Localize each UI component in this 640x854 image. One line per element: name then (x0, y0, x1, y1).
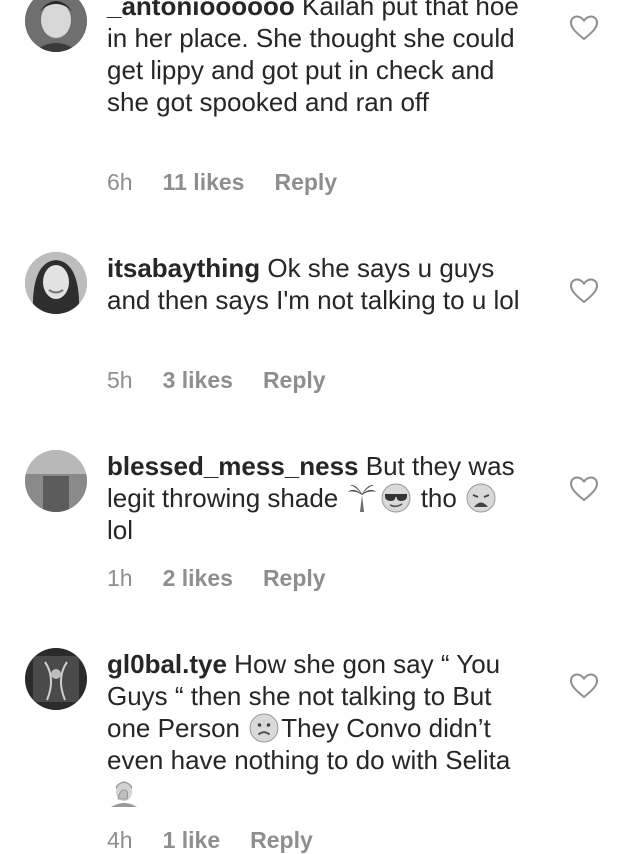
avatar[interactable] (25, 450, 87, 512)
heart-outline-icon[interactable] (570, 278, 598, 304)
comment-meta: 4h 1 like Reply (107, 826, 343, 854)
reply-button[interactable]: Reply (250, 826, 313, 854)
reply-button[interactable]: Reply (274, 168, 337, 196)
weary-face-emoji (466, 483, 496, 513)
comment-username[interactable]: itsabaything (107, 253, 260, 283)
comment-text: itsabaything Ok she says u guys and then… (107, 252, 527, 316)
slightly-frowning-face-emoji (249, 713, 279, 743)
comment-meta: 5h 3 likes Reply (107, 366, 356, 394)
comment-username[interactable]: blessed_mess_ness (107, 451, 359, 481)
heart-outline-icon[interactable] (570, 15, 598, 41)
comment-body-end: lol (107, 515, 134, 545)
reply-button[interactable]: Reply (263, 366, 326, 394)
reply-button[interactable]: Reply (263, 564, 326, 592)
comment-timestamp: 1h (107, 565, 133, 591)
comment-text: gl0bal.tye How she gon say “ You Guys “ … (107, 648, 527, 808)
comment-likes-count[interactable]: 1 like (163, 826, 221, 854)
avatar[interactable] (25, 648, 87, 710)
comment-timestamp: 4h (107, 827, 133, 853)
comment-meta: 1h 2 likes Reply (107, 564, 356, 592)
comment-username[interactable]: _antonioooooo (107, 0, 295, 21)
heart-outline-icon[interactable] (570, 673, 598, 699)
heart-outline-icon[interactable] (570, 476, 598, 502)
comment-likes-count[interactable]: 11 likes (163, 168, 245, 196)
comment-text: blessed_mess_ness But they was legit thr… (107, 450, 527, 546)
avatar[interactable] (25, 0, 87, 52)
comment-text: _antonioooooo Kailah put that hoe in her… (107, 0, 527, 118)
comment-timestamp: 5h (107, 367, 133, 393)
facepalm-emoji (109, 777, 139, 807)
comment-body-continued: tho (413, 483, 465, 513)
sunglasses-emoji (381, 483, 411, 513)
comment-username[interactable]: gl0bal.tye (107, 649, 227, 679)
comment-likes-count[interactable]: 2 likes (163, 564, 233, 592)
comment-meta: 6h 11 likes Reply (107, 168, 367, 196)
avatar[interactable] (25, 252, 87, 314)
comment-timestamp: 6h (107, 169, 133, 195)
comment-likes-count[interactable]: 3 likes (163, 366, 233, 394)
palm-tree-emoji (347, 483, 377, 513)
